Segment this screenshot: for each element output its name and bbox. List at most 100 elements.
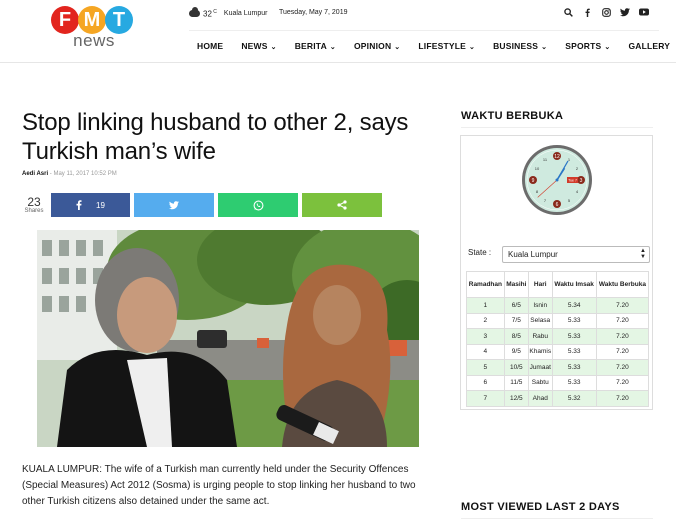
meta-separator: -	[49, 171, 52, 177]
share-count: 23 Shares	[22, 196, 46, 214]
facebook-icon[interactable]	[582, 8, 592, 19]
table-cell: 7.20	[595, 390, 650, 407]
table-cell: 5.33	[551, 312, 597, 329]
share-count-label: Shares	[24, 208, 44, 214]
share-twitter-button[interactable]	[134, 193, 214, 217]
table-cell: 7/5	[503, 312, 529, 329]
table-cell: 11/5	[503, 374, 529, 391]
table-row: 2 7/5 Selasa 5.33 7.20	[466, 312, 650, 329]
nav-opinion[interactable]: OPINION ⌄	[354, 41, 400, 51]
search-icon[interactable]	[563, 8, 573, 19]
col-header-ramadhan: Ramadhan	[466, 271, 505, 298]
most-viewed-title: MOST VIEWED LAST 2 DAYS	[461, 501, 620, 513]
table-row: 4 9/5 Khamis 5.33 7.20	[466, 343, 650, 360]
table-row: 1 6/5 Isnin 5.34 7.20	[466, 297, 650, 314]
state-select-value: Kuala Lumpur	[508, 250, 558, 259]
table-cell: 5.33	[551, 343, 597, 360]
nav-lifestyle[interactable]: LIFESTYLE ⌄	[418, 41, 475, 51]
chevron-down-icon: ⌄	[329, 43, 336, 51]
col-header-waktu-imsak: Waktu Imsak	[551, 271, 597, 298]
divider	[461, 127, 653, 128]
chevron-down-icon: ⌄	[394, 43, 401, 51]
chevron-down-icon: ⌄	[541, 43, 548, 51]
site-header: F M T news 32 C Kuala Lumpur Tuesday, Ma…	[0, 0, 676, 63]
table-row: 3 8/5 Rabu 5.33 7.20	[466, 328, 650, 345]
table-cell: 7	[466, 390, 505, 407]
table-cell: Ahad	[527, 390, 553, 407]
top-bar: 32 C Kuala Lumpur Tuesday, May 7, 2019	[189, 7, 659, 24]
temperature: 32 C	[203, 9, 217, 19]
ramadhan-schedule-table: Ramadhan Masihi Hari Waktu Imsak Waktu B…	[466, 271, 650, 407]
waktu-berbuka-title: WAKTU BERBUKA	[461, 110, 564, 122]
youtube-icon[interactable]	[639, 8, 649, 19]
table-cell: Selasa	[527, 312, 553, 329]
table-cell: 5.32	[551, 390, 597, 407]
chevron-down-icon: ⌄	[468, 43, 476, 51]
article-meta: Aedi Asri - May 11, 2017 10:52 PM	[22, 171, 117, 177]
table-cell: 10/5	[503, 359, 529, 376]
logo-letter-f: F	[51, 6, 79, 34]
facebook-share-count: 19	[96, 200, 105, 210]
nav-news[interactable]: NEWS ⌄	[241, 41, 276, 51]
table-cell: 4	[466, 343, 505, 360]
nav-gallery[interactable]: GALLERY	[628, 41, 670, 51]
cloud-icon	[189, 7, 200, 18]
svg-text:Tue 7: Tue 7	[568, 179, 577, 183]
logo-letter-t: T	[105, 6, 133, 34]
whatsapp-icon	[253, 200, 263, 210]
table-cell: Jumaat	[527, 359, 553, 376]
state-select[interactable]: Kuala Lumpur ▲ ▼	[502, 246, 650, 263]
table-cell: 8/5	[503, 328, 529, 345]
table-cell: 2	[466, 312, 505, 329]
waktu-berbuka-widget: 12 3 6 9 1245 7 8 10 11 Tue 7 State : Kuala…	[460, 135, 653, 410]
nav-berita[interactable]: BERITA ⌄	[295, 41, 336, 51]
nav-sports[interactable]: SPORTS ⌄	[565, 41, 610, 51]
fmt-news-logo[interactable]: F M T news	[51, 6, 137, 56]
table-cell: 7.20	[595, 374, 650, 391]
social-icons	[563, 8, 649, 19]
article-title: Stop linking husband to other 2, says Tu…	[22, 109, 409, 165]
svg-text:3: 3	[580, 178, 583, 184]
twitter-icon[interactable]	[620, 8, 630, 19]
table-cell: 9/5	[503, 343, 529, 360]
weather-widget: 32 C Kuala Lumpur	[189, 7, 268, 19]
table-cell: 5.33	[551, 374, 597, 391]
share-facebook-button[interactable]: 19	[51, 193, 130, 217]
svg-text:12: 12	[554, 154, 560, 160]
current-date: Tuesday, May 7, 2019	[279, 9, 348, 16]
svg-text:10: 10	[535, 166, 540, 171]
table-cell: 7.20	[595, 328, 650, 345]
table-cell: 7.20	[595, 297, 650, 314]
table-row: 5 10/5 Jumaat 5.33 7.20	[466, 359, 650, 376]
table-cell: 1	[466, 297, 505, 314]
svg-text:6: 6	[556, 202, 559, 208]
share-whatsapp-button[interactable]	[218, 193, 298, 217]
instagram-icon[interactable]	[601, 8, 611, 19]
analog-clock: 12 3 6 9 1245 7 8 10 11 Tue 7	[509, 144, 605, 216]
table-cell: 7.20	[595, 343, 650, 360]
table-cell: 12/5	[503, 390, 529, 407]
table-cell: 7.20	[595, 359, 650, 376]
share-generic-button[interactable]	[302, 193, 382, 217]
divider	[461, 518, 653, 519]
table-cell: Rabu	[527, 328, 553, 345]
twitter-icon	[169, 200, 179, 209]
nav-home[interactable]: HOME	[197, 41, 223, 51]
table-cell: 5.34	[551, 297, 597, 314]
col-header-masihi: Masihi	[503, 271, 529, 298]
chevron-down-icon: ⌄	[270, 43, 277, 51]
table-cell: 5.33	[551, 359, 597, 376]
svg-text:9: 9	[532, 178, 535, 184]
table-cell: 5	[466, 359, 505, 376]
table-cell: 5.33	[551, 328, 597, 345]
share-count-number: 23	[27, 195, 41, 209]
article-timestamp: May 11, 2017 10:52 PM	[53, 171, 117, 177]
author-link[interactable]: Aedi Asri	[22, 171, 48, 177]
state-label: State :	[468, 248, 492, 257]
nav-business[interactable]: BUSINESS ⌄	[493, 41, 547, 51]
table-cell: Khamis	[527, 343, 553, 360]
share-icon	[337, 200, 347, 210]
article-body: KUALA LUMPUR: The wife of a Turkish man …	[22, 464, 416, 507]
logo-letter-m: M	[78, 6, 106, 34]
col-header-waktu-berbuka: Waktu Berbuka	[595, 271, 650, 298]
